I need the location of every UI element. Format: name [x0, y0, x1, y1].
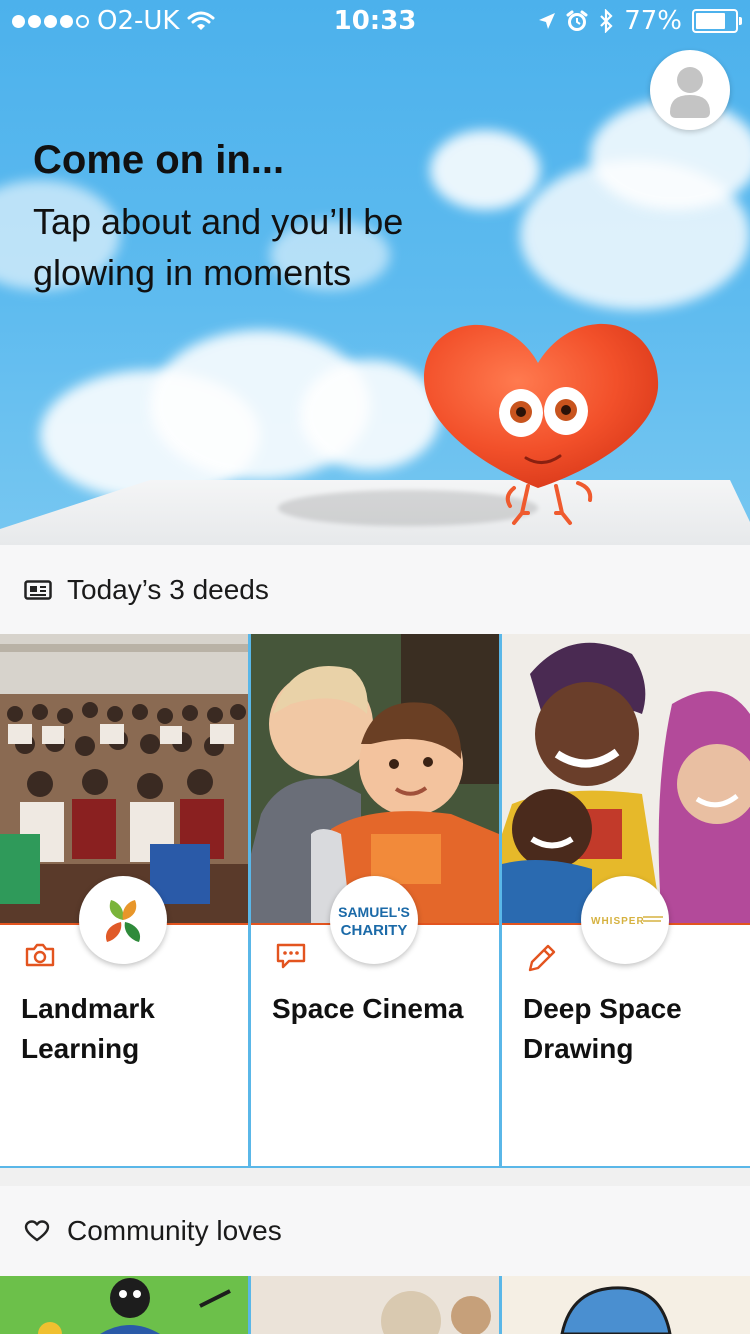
svg-text:SAMUEL'S: SAMUEL'S [338, 904, 410, 920]
newspaper-icon [24, 580, 52, 600]
hero-title: Come on in... [33, 138, 285, 182]
deeds-section-title: Today’s 3 deeds [67, 574, 269, 605]
deed-card-landmark-learning[interactable]: Landmark Learning [0, 634, 248, 1166]
hero-subtitle: Tap about and you’ll be glowing in momen… [33, 201, 404, 293]
deed-card-space-cinema[interactable]: SAMUEL'S CHARITY Space Cinema [251, 634, 499, 1166]
charity-logo: WHISPER [581, 876, 669, 964]
section-separator [0, 1168, 750, 1186]
camera-icon [25, 943, 55, 967]
samuels-charity-logo: SAMUEL'S CHARITY [338, 904, 410, 939]
alarm-icon [566, 10, 588, 31]
status-bar: O2-UK 10:33 77% [0, 0, 750, 40]
community-item[interactable] [502, 1276, 750, 1334]
battery-fill [696, 13, 726, 29]
deed-title: Landmark Learning [21, 993, 155, 1064]
svg-text:CHARITY: CHARITY [341, 922, 408, 939]
svg-text:WHISPER: WHISPER [591, 916, 645, 927]
deed-title: Deep Space Drawing [523, 993, 682, 1064]
bluetooth-icon [600, 9, 613, 33]
profile-button[interactable] [650, 50, 730, 130]
heart-outline-icon [24, 1220, 50, 1242]
deeds-section-header: Today’s 3 deeds [0, 545, 750, 635]
community-carousel [0, 1276, 750, 1334]
whisper-logo: WHISPER [591, 916, 663, 927]
charity-logo [79, 876, 167, 964]
battery-percent: 77% [624, 6, 682, 36]
charity-logo: SAMUEL'S CHARITY [330, 876, 418, 964]
battery-icon [692, 9, 742, 33]
deeds-carousel: Landmark Learning SAMUEL'S CHARITY Space… [0, 634, 750, 1168]
community-item[interactable] [251, 1276, 499, 1334]
deed-card-deep-space-drawing[interactable]: WHISPER Deep Space Drawing [502, 634, 750, 1166]
community-section-title: Community loves [67, 1215, 282, 1246]
user-avatar-icon [670, 67, 710, 118]
chat-bubble-icon [276, 943, 306, 969]
heart-mascot [424, 323, 659, 525]
deed-title: Space Cinema [272, 993, 464, 1024]
leaf-logo-icon [105, 900, 141, 942]
pencil-icon [528, 944, 556, 972]
community-section-header: Community loves [0, 1186, 750, 1276]
community-item[interactable] [0, 1276, 248, 1334]
location-arrow-icon [539, 13, 556, 29]
hero-banner: O2-UK 10:33 77% Come on in... Tap about … [0, 0, 750, 545]
